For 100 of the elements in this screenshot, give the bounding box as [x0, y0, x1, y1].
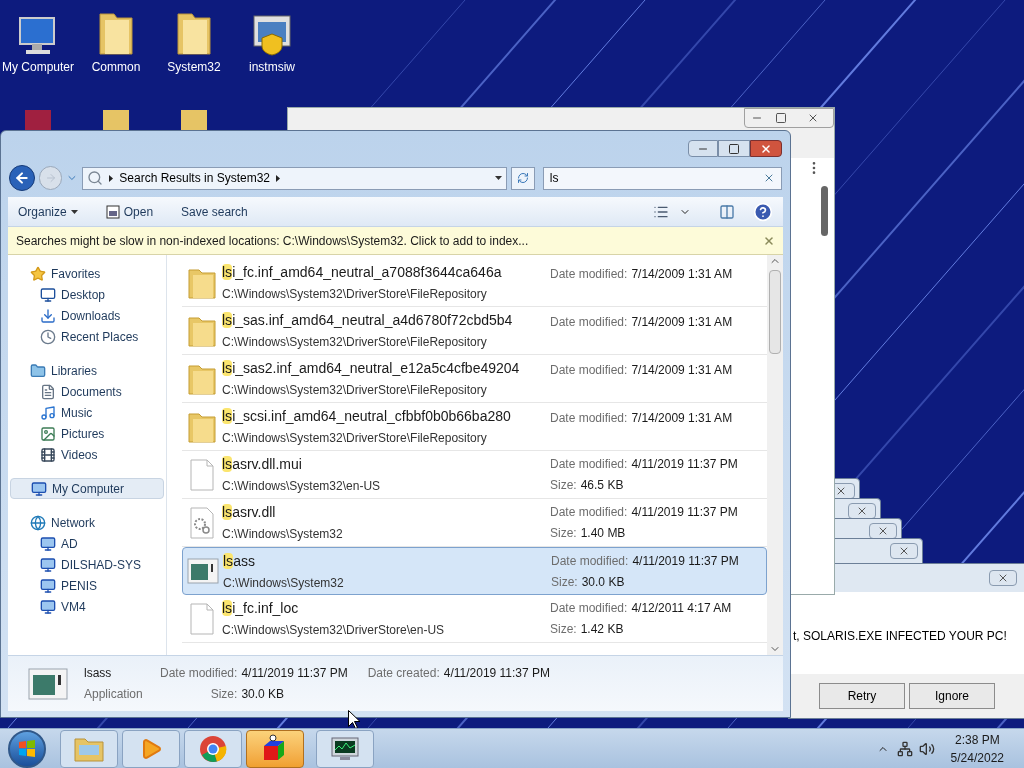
details-date-modified: 4/11/2019 11:37 PM	[241, 665, 348, 682]
folder-icon	[176, 10, 212, 56]
maximize-button[interactable]	[718, 140, 750, 157]
refresh-icon	[516, 172, 529, 184]
nav-item[interactable]: PENIS	[10, 575, 164, 596]
date-modified: 4/11/2019 11:37 PM	[631, 456, 738, 473]
file-path: C:\Windows\System32\DriverStore\FileRepository	[222, 334, 488, 351]
desktop-icon-label[interactable]: My Computer	[2, 58, 74, 76]
desktop-icon-label[interactable]: System32	[167, 58, 221, 76]
close-icon	[877, 525, 889, 537]
nav-item[interactable]: Desktop	[10, 284, 164, 305]
star-icon	[30, 265, 46, 282]
field-label: Size:	[550, 477, 577, 494]
close-button[interactable]	[989, 570, 1017, 586]
nav-item[interactable]: My Computer	[10, 478, 164, 499]
field-label: Date modified:	[551, 552, 629, 570]
nav-item[interactable]: Pictures	[10, 423, 164, 444]
help-icon[interactable]	[753, 201, 773, 222]
search-result-row[interactable]: lsi_sas2.inf_amd64_neutral_e12a5c4cfbe49204 C:\Windows\System32\DriverStore\FileRepository Date modified: 7/14/2009 1:31 AM	[182, 355, 767, 403]
network-icon[interactable]	[896, 740, 913, 757]
window-icon	[105, 204, 120, 219]
info-bar[interactable]: Searches might be slow in non-indexed locations: C:\Windows\System32. Click to add to index...	[8, 227, 783, 255]
maximize-icon	[728, 142, 740, 155]
dialog-button[interactable]: Retry	[819, 683, 905, 709]
picture-icon	[40, 425, 56, 442]
search-field[interactable]: ls	[542, 166, 783, 190]
info-bar-text: Searches might be slow in non-indexed locations: C:\Windows\System32. Click to add to index...	[16, 232, 530, 250]
file-path: C:\Windows\System32	[222, 526, 344, 543]
close-icon[interactable]	[763, 234, 775, 247]
field-label: Size:	[551, 573, 578, 591]
mouse-cursor-icon	[348, 710, 360, 729]
nav-item[interactable]: Downloads	[10, 305, 164, 326]
start-button[interactable]	[8, 729, 46, 768]
file-path: C:\Windows\System32\DriverStore\en-US	[222, 622, 446, 639]
nav-item[interactable]: VM4	[10, 596, 164, 617]
nav-item[interactable]: Documents	[10, 381, 164, 402]
file-size: 30.0 KB	[581, 573, 625, 591]
browser-scrollbar[interactable]	[821, 186, 828, 236]
nav-item[interactable]: Favorites	[10, 263, 164, 284]
search-result-row[interactable]: lsi_fc.inf_loc C:\Windows\System32\DriverStore\en-US Date modified: 4/12/2011 4:17 AM Size: 1.42 KB	[182, 595, 767, 643]
details-file-type: Application	[84, 686, 144, 703]
error-message: t, SOLARIS.EXE INFECTED YOUR PC!	[793, 628, 1007, 645]
desktop-shortcut-icon[interactable]	[101, 108, 131, 130]
taskbar-button[interactable]	[246, 729, 304, 768]
desktop-icon-label[interactable]: instmsiw	[249, 58, 295, 76]
arrow-right-icon	[44, 172, 57, 184]
maximize-icon	[775, 112, 787, 124]
toolbar-button[interactable]: Open	[105, 202, 154, 221]
close-button[interactable]	[750, 140, 782, 157]
close-button[interactable]	[869, 523, 897, 539]
nav-item[interactable]: DILSHAD-SYS	[10, 554, 164, 575]
volume-icon[interactable]	[918, 740, 935, 757]
file-path: C:\Windows\System32\DriverStore\FileRepository	[222, 286, 488, 303]
date-modified: 7/14/2009 1:31 AM	[631, 410, 733, 427]
desktop-icon-label[interactable]: Common	[91, 58, 141, 76]
file-name: lsi_fc.inf_loc	[222, 599, 300, 618]
search-result-row[interactable]: lsi_fc.inf_amd64_neutral_a7088f3644ca646a C:\Windows\System32\DriverStore\FileRepository Date modified: 7/14/2009 1:31 AM	[182, 259, 767, 307]
close-button[interactable]	[890, 543, 918, 559]
search-result-row[interactable]: lsasrv.dll.mui C:\Windows\System32\en-US Date modified: 4/11/2019 11:37 PM Size: 46.5 KB	[182, 451, 767, 499]
windows-logo-icon	[17, 738, 37, 759]
browser-logo-icon	[199, 734, 227, 763]
file-name: lsasrv.dll	[222, 503, 277, 522]
refresh-button[interactable]	[511, 166, 535, 190]
nav-item[interactable]: Libraries	[10, 360, 164, 381]
date-modified: 7/14/2009 1:31 AM	[631, 362, 733, 379]
back-button[interactable]	[9, 165, 35, 191]
application-window-icon	[187, 558, 219, 584]
search-result-row[interactable]: lsass C:\Windows\System32 Date modified: 4/11/2019 11:37 PM Size: 30.0 KB	[182, 547, 767, 595]
close-button[interactable]	[848, 503, 876, 519]
nav-item[interactable]: Videos	[10, 444, 164, 465]
monitor-icon	[40, 286, 56, 303]
field-label: Date created:	[367, 665, 440, 682]
nav-item[interactable]: Music	[10, 402, 164, 423]
preview-pane-icon[interactable]	[719, 203, 735, 220]
file-path: C:\Windows\System32	[223, 574, 345, 592]
file-path: C:\Windows\System32\en-US	[222, 478, 382, 495]
caret-icon	[70, 209, 78, 214]
taskbar-button[interactable]	[316, 729, 374, 768]
address-bar[interactable]: Search Results in System32	[82, 166, 508, 190]
desktop-shortcut-icon[interactable]	[179, 108, 209, 130]
computer-icon	[31, 480, 47, 497]
scrollbar[interactable]	[767, 255, 783, 655]
folder-icon	[98, 10, 134, 56]
clock-date[interactable]: 5/24/2022	[950, 748, 1004, 767]
nav-item[interactable]: Network	[10, 512, 164, 533]
field-label: Date modified:	[550, 314, 628, 331]
caret-icon	[495, 176, 503, 180]
details-date-created: 4/11/2019 11:37 PM	[443, 665, 551, 682]
nav-item[interactable]: AD	[10, 533, 164, 554]
dialog-button[interactable]: Ignore	[909, 683, 995, 709]
monitor-graph-icon	[330, 735, 360, 762]
clock-time[interactable]: 2:38 PM	[954, 730, 1000, 749]
scrollbar-thumb[interactable]	[769, 270, 781, 354]
search-result-row[interactable]: lsi_sas.inf_amd64_neutral_a4d6780f72cbd5b4 C:\Windows\System32\DriverStore\FileRepository Date modified: 7/14/2009 1:31 AM	[182, 307, 767, 355]
toolbar-button[interactable]: Organize	[18, 202, 78, 221]
nav-item[interactable]: Recent Places	[10, 326, 164, 347]
computer-icon	[40, 556, 56, 573]
toolbar-button[interactable]: Save search	[181, 202, 248, 221]
search-result-row[interactable]: lsi_scsi.inf_amd64_neutral_cfbbf0b0b66ba280 C:\Windows\System32\DriverStore\FileRepository Date modified: 7/14/2009 1:31 AM	[182, 403, 767, 451]
file-size: 1.40 MB	[580, 525, 626, 542]
